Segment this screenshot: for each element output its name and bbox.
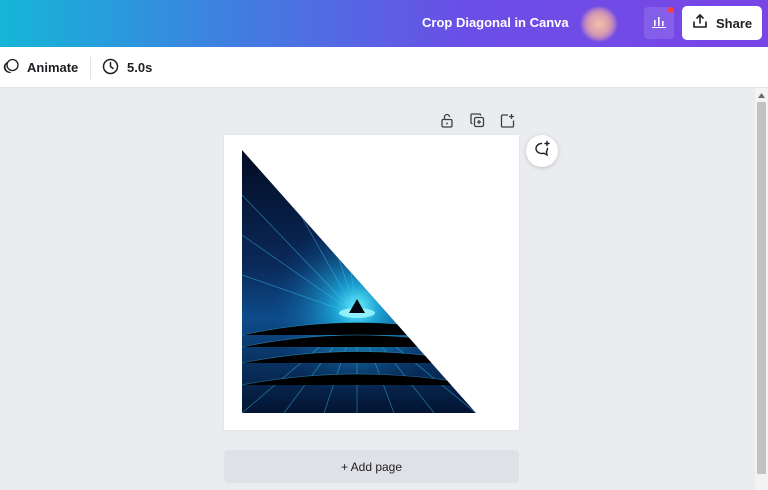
- triangle-crop-image[interactable]: [224, 135, 519, 430]
- top-header: Crop Diagonal in Canva Share: [0, 0, 768, 47]
- avatar[interactable]: [581, 7, 617, 41]
- document-title[interactable]: Crop Diagonal in Canva: [422, 15, 569, 30]
- toolbar-divider: [90, 57, 91, 79]
- scroll-thumb[interactable]: [757, 102, 766, 474]
- design-page[interactable]: [224, 135, 519, 430]
- upload-icon: [692, 13, 708, 34]
- animate-button[interactable]: Animate: [3, 47, 78, 88]
- vertical-scrollbar[interactable]: [755, 88, 768, 490]
- notification-dot: [668, 7, 674, 13]
- duration-label: 5.0s: [127, 60, 153, 75]
- add-page-icon[interactable]: [498, 111, 516, 129]
- animate-label: Animate: [27, 60, 79, 75]
- bar-chart-icon: [651, 14, 667, 33]
- lock-icon[interactable]: [438, 111, 456, 129]
- scroll-up-arrow-icon[interactable]: [755, 90, 768, 100]
- share-label: Share: [716, 15, 753, 31]
- add-page-button[interactable]: + Add page: [224, 450, 519, 483]
- duplicate-icon[interactable]: [468, 111, 486, 129]
- comment-add-button[interactable]: [526, 135, 558, 167]
- insights-button[interactable]: [644, 7, 674, 39]
- duration-button[interactable]: 5.0s: [102, 47, 152, 88]
- comment-add-icon: [533, 140, 551, 163]
- editor-toolbar: Animate 5.0s: [0, 47, 768, 88]
- animate-icon: [3, 58, 19, 77]
- share-button[interactable]: Share: [682, 6, 762, 40]
- clock-icon: [102, 58, 119, 78]
